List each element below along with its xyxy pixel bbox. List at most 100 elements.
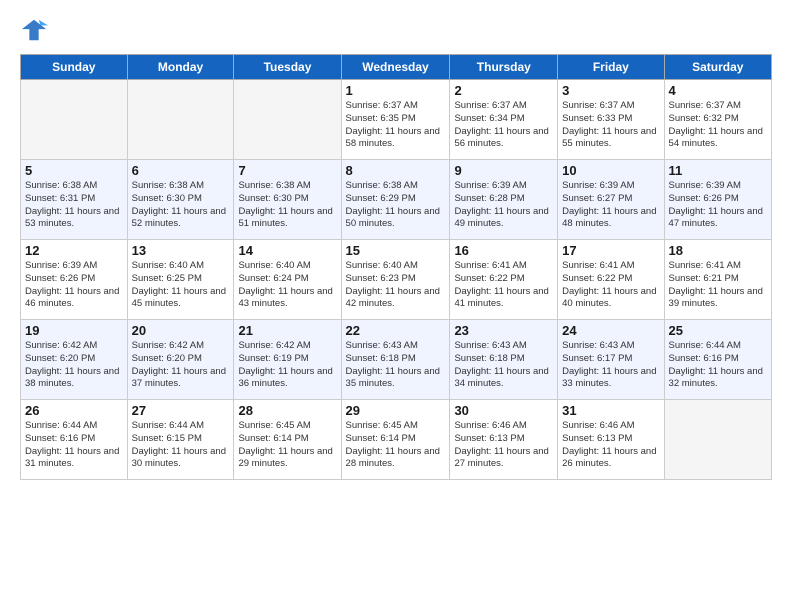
calendar-day-cell: 9Sunrise: 6:39 AM Sunset: 6:28 PM Daylig… <box>450 160 558 240</box>
day-number: 30 <box>454 403 553 418</box>
header <box>20 16 772 44</box>
day-info: Sunrise: 6:41 AM Sunset: 6:21 PM Dayligh… <box>669 260 767 311</box>
calendar-week-row: 1 Sunrise: 6:37 AM Sunset: 6:35 PM Daylig… <box>21 80 772 160</box>
day-number: 29 <box>346 403 446 418</box>
calendar-day-cell <box>234 80 341 160</box>
day-number: 19 <box>25 323 123 338</box>
calendar-day-cell: 17Sunrise: 6:41 AM Sunset: 6:22 PM Dayli… <box>558 240 664 320</box>
day-info: Sunrise: 6:39 AM Sunset: 6:26 PM Dayligh… <box>669 180 767 231</box>
day-number: 25 <box>669 323 767 338</box>
logo <box>20 16 52 44</box>
day-number: 15 <box>346 243 446 258</box>
calendar-day-cell: 20 Sunrise: 6:42 AM Sunset: 6:20 PM Dayli… <box>127 320 234 400</box>
day-info: Sunrise: 6:44 AM Sunset: 6:15 PM Dayligh… <box>132 420 230 471</box>
day-info: Sunrise: 6:39 AM Sunset: 6:26 PM Dayligh… <box>25 260 123 311</box>
day-number: 8 <box>346 163 446 178</box>
day-info: Sunrise: 6:39 AM Sunset: 6:27 PM Dayligh… <box>562 180 659 231</box>
day-info: Sunrise: 6:43 AM Sunset: 6:18 PM Dayligh… <box>454 340 553 391</box>
calendar-day-cell: 7 Sunrise: 6:38 AM Sunset: 6:30 PM Daylig… <box>234 160 341 240</box>
day-info: Sunrise: 6:37 AM Sunset: 6:33 PM Dayligh… <box>562 100 659 151</box>
weekday-header-tuesday: Tuesday <box>234 55 341 80</box>
calendar-day-cell <box>664 400 771 480</box>
day-number: 9 <box>454 163 553 178</box>
day-number: 16 <box>454 243 553 258</box>
calendar-day-cell: 18 Sunrise: 6:41 AM Sunset: 6:21 PM Dayli… <box>664 240 771 320</box>
day-info: Sunrise: 6:42 AM Sunset: 6:20 PM Dayligh… <box>25 340 123 391</box>
day-number: 24 <box>562 323 659 338</box>
weekday-header-sunday: Sunday <box>21 55 128 80</box>
weekday-header-wednesday: Wednesday <box>341 55 450 80</box>
calendar-day-cell: 1 Sunrise: 6:37 AM Sunset: 6:35 PM Daylig… <box>341 80 450 160</box>
calendar-day-cell: 24 Sunrise: 6:43 AM Sunset: 6:17 PM Dayli… <box>558 320 664 400</box>
weekday-header-thursday: Thursday <box>450 55 558 80</box>
day-number: 4 <box>669 83 767 98</box>
day-number: 10 <box>562 163 659 178</box>
day-number: 14 <box>238 243 336 258</box>
calendar-day-cell: 10 Sunrise: 6:39 AM Sunset: 6:27 PM Dayli… <box>558 160 664 240</box>
day-number: 21 <box>238 323 336 338</box>
calendar-week-row: 19 Sunrise: 6:42 AM Sunset: 6:20 PM Dayli… <box>21 320 772 400</box>
calendar-day-cell: 2Sunrise: 6:37 AM Sunset: 6:34 PM Daylig… <box>450 80 558 160</box>
day-number: 2 <box>454 83 553 98</box>
day-info: Sunrise: 6:37 AM Sunset: 6:35 PM Dayligh… <box>346 100 446 151</box>
day-info: Sunrise: 6:38 AM Sunset: 6:31 PM Dayligh… <box>25 180 123 231</box>
calendar-day-cell: 30 Sunrise: 6:46 AM Sunset: 6:13 PM Dayli… <box>450 400 558 480</box>
calendar-table: SundayMondayTuesdayWednesdayThursdayFrid… <box>20 54 772 480</box>
day-info: Sunrise: 6:37 AM Sunset: 6:32 PM Dayligh… <box>669 100 767 151</box>
day-number: 27 <box>132 403 230 418</box>
calendar-day-cell: 23Sunrise: 6:43 AM Sunset: 6:18 PM Dayli… <box>450 320 558 400</box>
day-info: Sunrise: 6:42 AM Sunset: 6:20 PM Dayligh… <box>132 340 230 391</box>
day-info: Sunrise: 6:46 AM Sunset: 6:13 PM Dayligh… <box>562 420 659 471</box>
day-info: Sunrise: 6:40 AM Sunset: 6:23 PM Dayligh… <box>346 260 446 311</box>
day-info: Sunrise: 6:41 AM Sunset: 6:22 PM Dayligh… <box>454 260 553 311</box>
calendar-day-cell: 15 Sunrise: 6:40 AM Sunset: 6:23 PM Dayli… <box>341 240 450 320</box>
calendar-day-cell: 6 Sunrise: 6:38 AM Sunset: 6:30 PM Daylig… <box>127 160 234 240</box>
day-info: Sunrise: 6:42 AM Sunset: 6:19 PM Dayligh… <box>238 340 336 391</box>
calendar-day-cell: 28 Sunrise: 6:45 AM Sunset: 6:14 PM Dayli… <box>234 400 341 480</box>
calendar-day-cell: 25 Sunrise: 6:44 AM Sunset: 6:16 PM Dayli… <box>664 320 771 400</box>
day-info: Sunrise: 6:40 AM Sunset: 6:25 PM Dayligh… <box>132 260 230 311</box>
day-info: Sunrise: 6:38 AM Sunset: 6:29 PM Dayligh… <box>346 180 446 231</box>
day-number: 12 <box>25 243 123 258</box>
day-info: Sunrise: 6:43 AM Sunset: 6:17 PM Dayligh… <box>562 340 659 391</box>
calendar-day-cell: 19 Sunrise: 6:42 AM Sunset: 6:20 PM Dayli… <box>21 320 128 400</box>
calendar-day-cell: 5 Sunrise: 6:38 AM Sunset: 6:31 PM Daylig… <box>21 160 128 240</box>
day-info: Sunrise: 6:45 AM Sunset: 6:14 PM Dayligh… <box>238 420 336 471</box>
calendar-day-cell: 16 Sunrise: 6:41 AM Sunset: 6:22 PM Dayli… <box>450 240 558 320</box>
weekday-header-monday: Monday <box>127 55 234 80</box>
day-number: 5 <box>25 163 123 178</box>
day-info: Sunrise: 6:46 AM Sunset: 6:13 PM Dayligh… <box>454 420 553 471</box>
day-info: Sunrise: 6:44 AM Sunset: 6:16 PM Dayligh… <box>25 420 123 471</box>
day-info: Sunrise: 6:43 AM Sunset: 6:18 PM Dayligh… <box>346 340 446 391</box>
day-number: 22 <box>346 323 446 338</box>
day-number: 28 <box>238 403 336 418</box>
calendar-day-cell: 31Sunrise: 6:46 AM Sunset: 6:13 PM Dayli… <box>558 400 664 480</box>
calendar-day-cell <box>21 80 128 160</box>
calendar-day-cell: 21 Sunrise: 6:42 AM Sunset: 6:19 PM Dayli… <box>234 320 341 400</box>
weekday-header-saturday: Saturday <box>664 55 771 80</box>
calendar-day-cell: 8 Sunrise: 6:38 AM Sunset: 6:29 PM Daylig… <box>341 160 450 240</box>
day-number: 13 <box>132 243 230 258</box>
day-number: 7 <box>238 163 336 178</box>
calendar-day-cell: 13 Sunrise: 6:40 AM Sunset: 6:25 PM Dayli… <box>127 240 234 320</box>
day-number: 26 <box>25 403 123 418</box>
day-info: Sunrise: 6:38 AM Sunset: 6:30 PM Dayligh… <box>132 180 230 231</box>
calendar-day-cell: 12 Sunrise: 6:39 AM Sunset: 6:26 PM Dayli… <box>21 240 128 320</box>
calendar-day-cell: 29 Sunrise: 6:45 AM Sunset: 6:14 PM Dayli… <box>341 400 450 480</box>
calendar-day-cell: 14Sunrise: 6:40 AM Sunset: 6:24 PM Dayli… <box>234 240 341 320</box>
page: SundayMondayTuesdayWednesdayThursdayFrid… <box>0 0 792 612</box>
day-number: 20 <box>132 323 230 338</box>
day-number: 6 <box>132 163 230 178</box>
day-number: 18 <box>669 243 767 258</box>
calendar-day-cell: 11Sunrise: 6:39 AM Sunset: 6:26 PM Dayli… <box>664 160 771 240</box>
day-number: 3 <box>562 83 659 98</box>
day-info: Sunrise: 6:38 AM Sunset: 6:30 PM Dayligh… <box>238 180 336 231</box>
day-info: Sunrise: 6:44 AM Sunset: 6:16 PM Dayligh… <box>669 340 767 391</box>
calendar-day-cell: 4 Sunrise: 6:37 AM Sunset: 6:32 PM Daylig… <box>664 80 771 160</box>
day-number: 1 <box>346 83 446 98</box>
calendar-week-row: 12 Sunrise: 6:39 AM Sunset: 6:26 PM Dayli… <box>21 240 772 320</box>
calendar-day-cell: 3 Sunrise: 6:37 AM Sunset: 6:33 PM Daylig… <box>558 80 664 160</box>
weekday-header-friday: Friday <box>558 55 664 80</box>
day-info: Sunrise: 6:45 AM Sunset: 6:14 PM Dayligh… <box>346 420 446 471</box>
calendar-week-row: 5 Sunrise: 6:38 AM Sunset: 6:31 PM Daylig… <box>21 160 772 240</box>
